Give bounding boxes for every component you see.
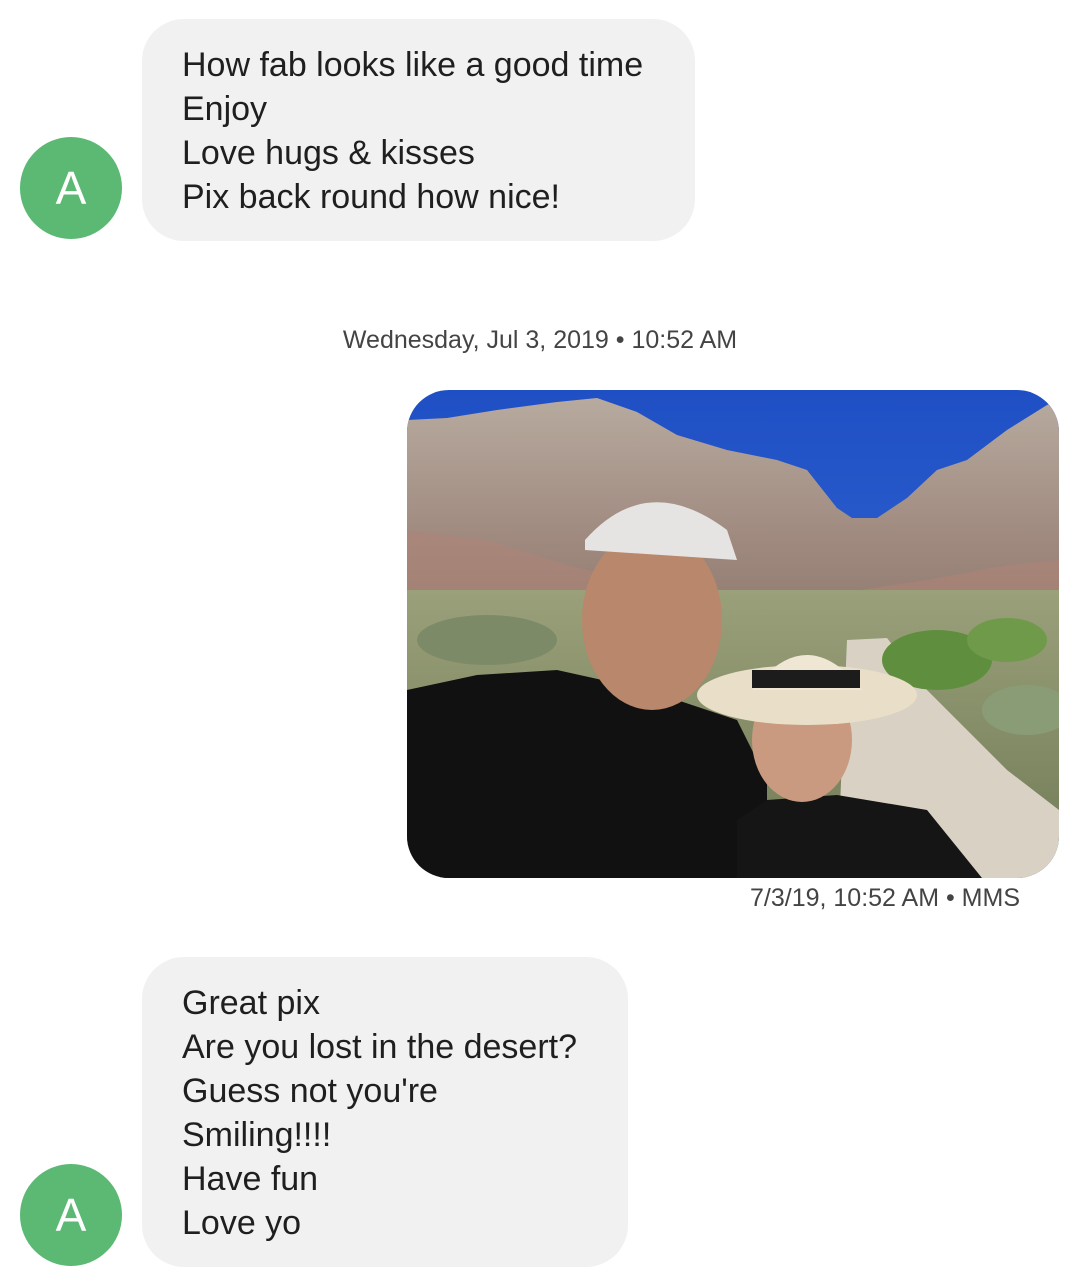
- message-line: Are you lost in the desert?: [182, 1028, 578, 1066]
- message-line: Love hugs & kisses: [182, 134, 475, 172]
- message-line: Enjoy: [182, 90, 268, 128]
- contact-avatar[interactable]: A: [20, 1164, 122, 1266]
- message-line: Love yo: [182, 1204, 302, 1242]
- sent-photo-attachment[interactable]: [407, 390, 1059, 878]
- message-timestamp: 7/3/19, 10:52 AM • MMS: [750, 884, 1020, 912]
- contact-avatar[interactable]: A: [20, 137, 122, 239]
- photo-image: [407, 390, 1059, 878]
- message-line: How fab looks like a good time: [182, 46, 644, 84]
- message-line: Great pix: [182, 984, 320, 1022]
- incoming-message-bubble[interactable]: How fab looks like a good time Enjoy Lov…: [142, 19, 695, 241]
- incoming-message-bubble[interactable]: Great pix Are you lost in the desert? Gu…: [142, 957, 628, 1267]
- message-line: Smiling!!!!: [182, 1116, 332, 1154]
- message-line: Have fun: [182, 1160, 319, 1198]
- date-divider: Wednesday, Jul 3, 2019 • 10:52 AM: [342, 326, 738, 354]
- message-line: Guess not you're: [182, 1072, 438, 1110]
- message-line: Pix back round how nice!: [182, 178, 560, 216]
